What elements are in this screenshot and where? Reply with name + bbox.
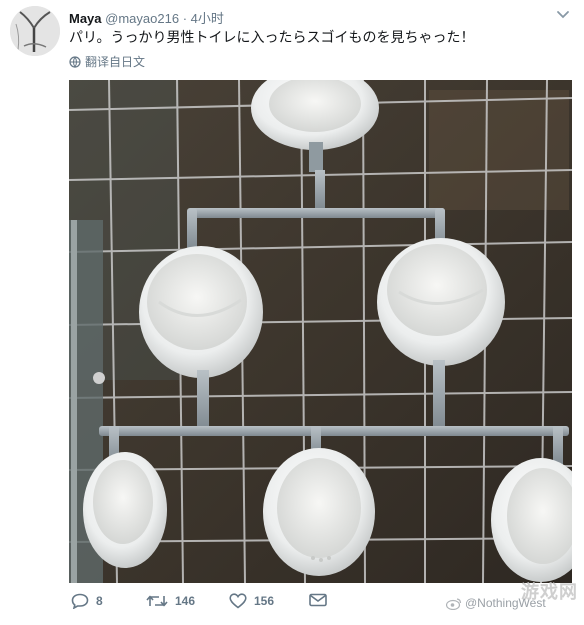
heart-icon [229,593,247,609]
reply-button[interactable]: 8 [71,593,103,609]
timestamp[interactable]: 4小时 [191,11,224,26]
avatar[interactable] [10,6,60,56]
direct-message-button[interactable] [309,593,327,607]
tweet-header: Maya @mayao216 · 4小时 [69,8,224,27]
translate-link[interactable]: 翻译自日文 [69,53,145,70]
separator-dot: · [182,11,188,26]
user-handle[interactable]: @mayao216 [105,11,179,26]
translate-label: 翻译自日文 [85,55,146,69]
tweet-card: Maya @mayao216 · 4小时 パリ。うっかり男性トイレに入ったらスゴ… [0,0,584,625]
avatar-image [10,6,60,56]
like-button[interactable]: 156 [229,593,274,609]
retweet-button[interactable]: 146 [146,593,195,609]
chevron-down-icon[interactable] [556,10,570,20]
urinal-wall-photo [69,80,572,583]
weibo-icon [446,597,462,610]
tweet-photo[interactable] [69,80,572,583]
reply-icon [71,593,89,609]
urinal-bottom-left [83,452,167,568]
retweet-count: 146 [175,594,196,608]
urinal-bottom-center [263,448,375,576]
watermark-logo: 游戏网 [521,582,578,602]
envelope-icon [309,593,327,607]
like-count: 156 [254,594,275,608]
retweet-icon [146,595,168,607]
globe-icon [69,55,81,68]
tweet-text: パリ。うっかり男性トイレに入ったらスゴイものを見ちゃった！ [69,29,475,45]
display-name[interactable]: Maya [69,11,102,26]
reply-count: 8 [96,594,103,608]
